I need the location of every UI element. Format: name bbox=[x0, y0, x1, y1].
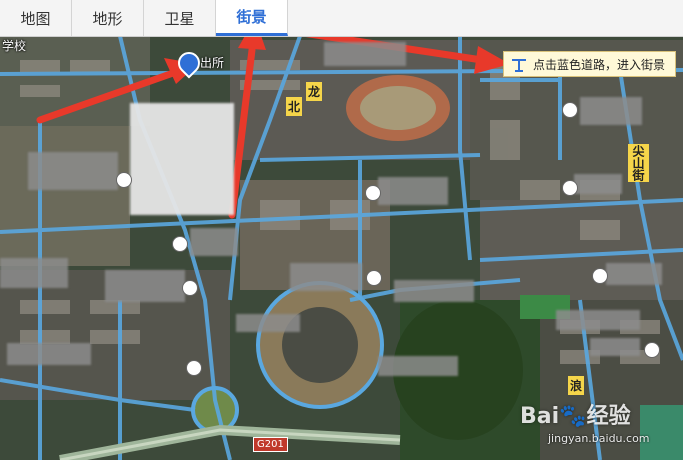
map-label-mountain-street[interactable]: 尖山街 bbox=[628, 144, 649, 182]
poi-marker[interactable] bbox=[562, 102, 578, 118]
tooltip-text: 点击蓝色道路，进入街景 bbox=[533, 57, 666, 72]
paw-icon: 🐾 bbox=[559, 404, 587, 429]
blurred-region bbox=[130, 103, 234, 215]
blurred-region bbox=[590, 338, 640, 356]
poi-marker[interactable] bbox=[592, 268, 608, 284]
poi-marker[interactable] bbox=[644, 342, 660, 358]
map-label-road-long[interactable]: 龙 bbox=[306, 82, 323, 101]
blurred-region bbox=[105, 270, 185, 302]
blurred-region bbox=[0, 258, 68, 288]
map-label-station[interactable]: 出所 bbox=[200, 54, 224, 71]
watermark-url: jingyan.baidu.com bbox=[548, 432, 650, 445]
blurred-region bbox=[290, 263, 362, 291]
map-label-school[interactable]: 学校 bbox=[2, 37, 26, 54]
tab-satellite[interactable]: 卫星 bbox=[144, 0, 216, 36]
watermark-main: Bai bbox=[520, 404, 560, 429]
tab-map[interactable]: 地图 bbox=[0, 0, 72, 36]
map-label-road-north[interactable]: 北 bbox=[286, 97, 303, 116]
blurred-region bbox=[580, 97, 642, 125]
watermark-sub: 经验 bbox=[586, 404, 631, 429]
blurred-region bbox=[7, 343, 91, 365]
street-view-tooltip: 点击蓝色道路，进入街景 bbox=[503, 51, 676, 77]
poi-marker[interactable] bbox=[562, 180, 578, 196]
tab-street-view[interactable]: 街景 bbox=[216, 0, 288, 36]
blurred-region bbox=[236, 314, 300, 332]
poi-marker[interactable] bbox=[366, 270, 382, 286]
baidu-watermark: Bai🐾经验 bbox=[520, 398, 631, 430]
blurred-region bbox=[190, 228, 238, 256]
blurred-region bbox=[324, 42, 406, 66]
poi-marker[interactable] bbox=[186, 360, 202, 376]
street-view-icon bbox=[509, 54, 529, 74]
tab-terrain[interactable]: 地形 bbox=[72, 0, 144, 36]
blurred-region bbox=[556, 310, 640, 330]
poi-marker[interactable] bbox=[182, 280, 198, 296]
blurred-region bbox=[394, 280, 474, 302]
highway-badge[interactable]: G201 bbox=[253, 437, 288, 452]
poi-marker[interactable] bbox=[365, 185, 381, 201]
blurred-region bbox=[378, 356, 458, 376]
blurred-region bbox=[378, 177, 448, 205]
map-type-tabs: 地图 地形 卫星 街景 bbox=[0, 0, 683, 37]
blurred-region bbox=[574, 174, 622, 194]
poi-marker[interactable] bbox=[172, 236, 188, 252]
blurred-region bbox=[28, 152, 118, 190]
blurred-region bbox=[606, 263, 662, 285]
poi-marker[interactable] bbox=[116, 172, 132, 188]
map-label-road-bottom[interactable]: 浪 bbox=[568, 376, 585, 395]
